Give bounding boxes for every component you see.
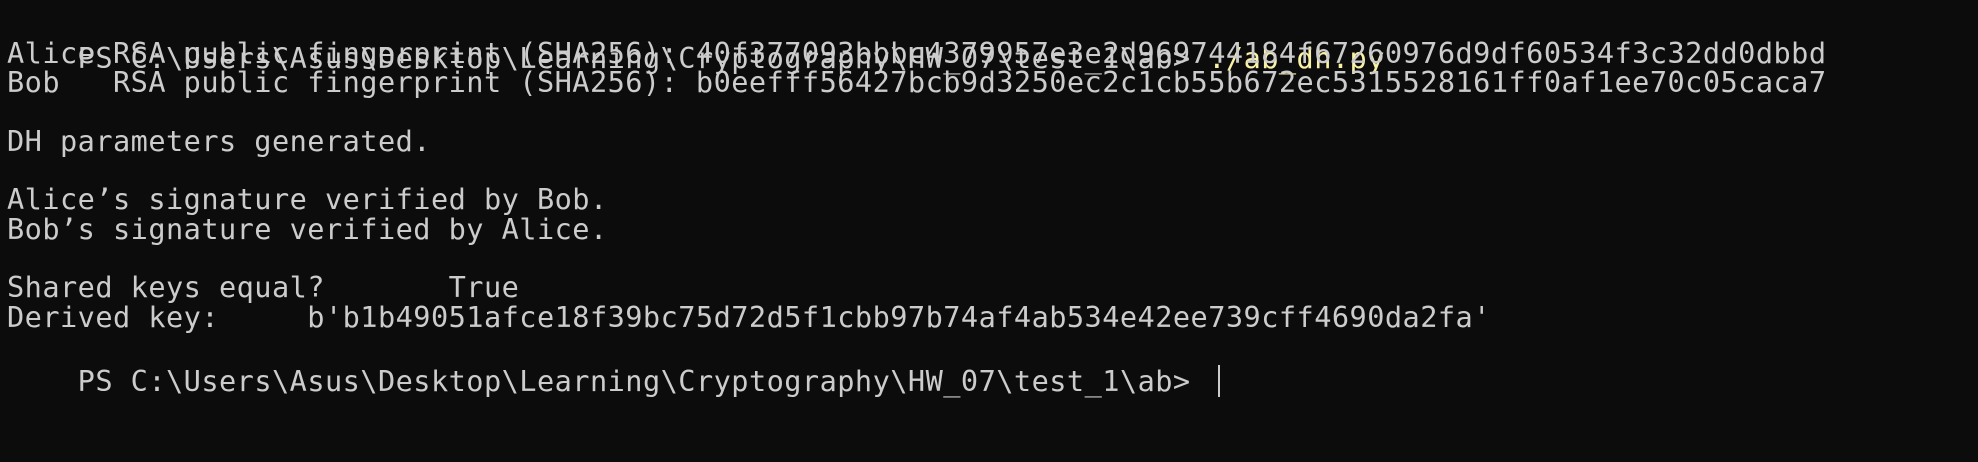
final-prompt-line[interactable]: PS C:\Users\Asus\Desktop\Learning\Crypto… (7, 330, 1221, 398)
terminal-window[interactable]: PS C:\Users\Asus\Desktop\Learning\Crypto… (0, 0, 1978, 462)
dh-params-line: DH parameters generated. (7, 124, 431, 158)
derived-key-line: Derived key: b'b1b49051afce18f39bc75d72d… (7, 300, 1491, 334)
shared-keys-line: Shared keys equal? True (7, 270, 520, 304)
bob-verified-line: Bob’s signature verified by Alice. (7, 212, 608, 246)
final-prompt: PS C:\Users\Asus\Desktop\Learning\Crypto… (77, 364, 1209, 398)
bob-fingerprint-line: Bob RSA public fingerprint (SHA256): b0e… (7, 65, 1827, 99)
alice-verified-line: Alice’s signature verified by Bob. (7, 182, 608, 216)
text-cursor (1218, 365, 1221, 397)
